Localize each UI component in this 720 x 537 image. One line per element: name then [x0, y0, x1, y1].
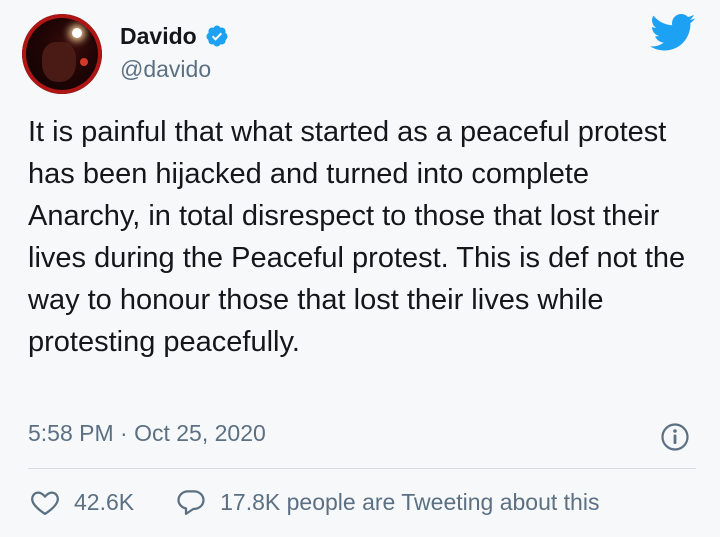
speech-bubble-icon — [177, 490, 205, 515]
twitter-bird-icon[interactable] — [650, 14, 696, 52]
heart-icon — [31, 491, 59, 515]
tweet-timestamp[interactable]: 5:58 PM · Oct 25, 2020 — [28, 420, 266, 447]
author-handle[interactable]: @davido — [120, 56, 211, 83]
author-display-name[interactable]: Davido — [120, 23, 197, 50]
divider — [28, 468, 696, 469]
like-button[interactable]: 42.6K — [30, 488, 134, 516]
tweeting-about-text: 17.8K people are Tweeting about this — [220, 488, 600, 515]
verified-badge-icon — [206, 25, 228, 47]
info-icon[interactable] — [660, 422, 690, 452]
tweet-actions: 42.6K 17.8K people are Tweeting about th… — [30, 484, 599, 520]
avatar[interactable] — [22, 14, 102, 94]
like-count: 42.6K — [74, 488, 135, 515]
author-name-row: Davido — [120, 21, 229, 51]
tweeting-about-link[interactable]: 17.8K people are Tweeting about this — [176, 488, 599, 516]
tweet-card: Davido @davido It is painful that what s… — [0, 0, 720, 537]
avatar-rim — [22, 14, 102, 94]
tweet-text: It is painful that what started as a pea… — [28, 116, 686, 358]
